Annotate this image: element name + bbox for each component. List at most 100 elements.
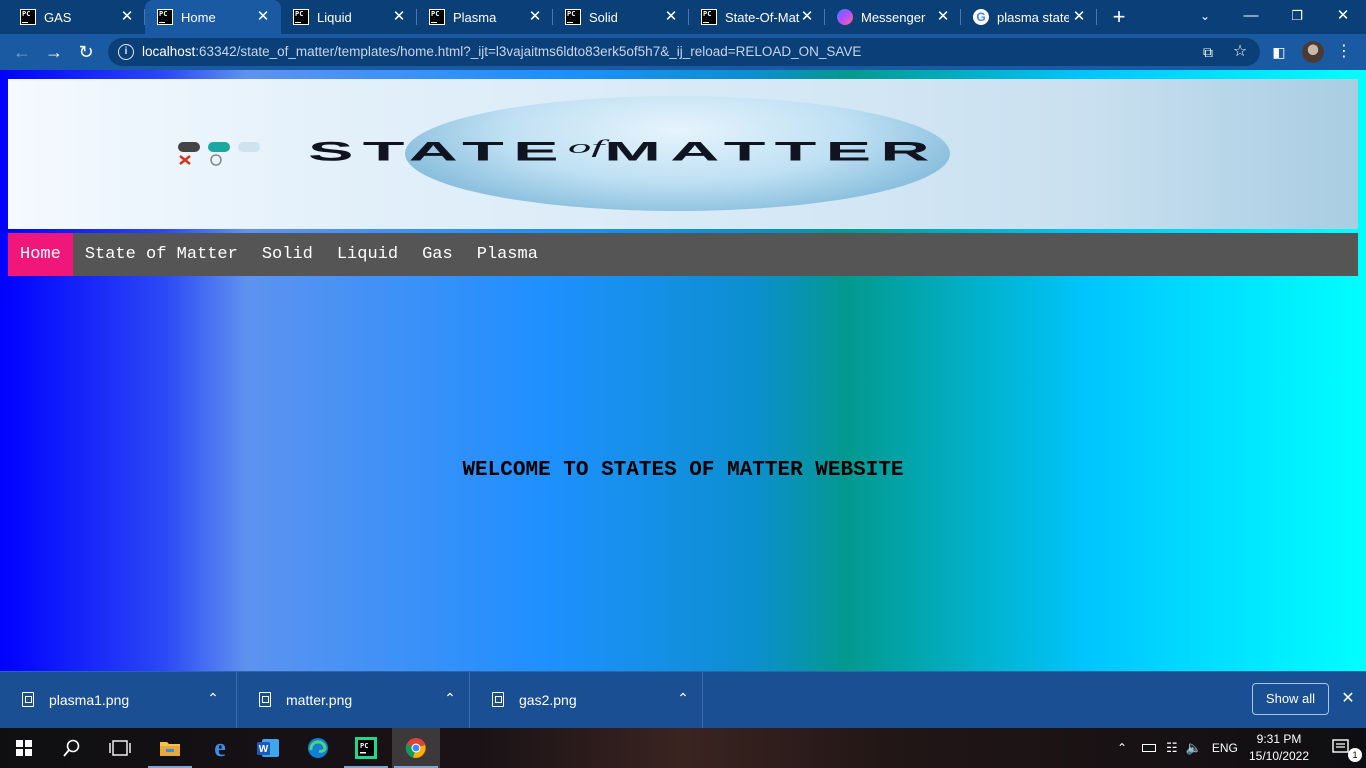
close-icon[interactable]: ✕ <box>255 9 271 25</box>
tab-state-of-matter[interactable]: PC State-Of-Mat ✕ <box>689 0 825 34</box>
messenger-icon <box>837 9 853 25</box>
nav-liquid[interactable]: Liquid <box>325 233 410 276</box>
pycharm-icon: PC <box>293 9 309 25</box>
taskbar-clock[interactable]: 9:31 PM 15/10/2022 <box>1244 731 1314 765</box>
notification-count-badge: 1 <box>1348 748 1362 762</box>
download-item[interactable]: gas2.png ⌃ <box>470 672 703 729</box>
search-icon[interactable] <box>48 728 96 768</box>
reload-button[interactable]: ↻ <box>74 40 98 64</box>
tab-title: State-Of-Mat <box>725 9 800 25</box>
edge-icon[interactable] <box>294 728 342 768</box>
tab-messenger[interactable]: Messenger ✕ <box>825 0 961 34</box>
task-view-icon[interactable] <box>96 728 144 768</box>
site-banner: STATEofMATTER <box>8 79 1358 229</box>
downloads-bar: plasma1.png ⌃ matter.png ⌃ gas2.png ⌃ Sh… <box>0 671 1366 729</box>
tab-liquid[interactable]: PC Liquid ✕ <box>281 0 417 34</box>
tab-title: Liquid <box>317 9 352 25</box>
close-icon[interactable]: ✕ <box>119 9 135 25</box>
pycharm-icon: PC <box>565 9 581 25</box>
pycharm-icon: PC <box>429 9 445 25</box>
windows-start-icon[interactable] <box>0 728 48 768</box>
word-icon[interactable]: W <box>244 728 292 768</box>
side-panel-icon[interactable]: ◧ <box>1269 42 1289 62</box>
image-file-icon <box>22 692 34 707</box>
close-icon[interactable]: ✕ <box>1338 689 1358 709</box>
tab-solid[interactable]: PC Solid ✕ <box>553 0 689 34</box>
chevron-up-icon[interactable]: ⌃ <box>442 690 458 706</box>
page-body: STATEofMATTER Home State of Matter Solid… <box>0 70 1366 671</box>
file-explorer-icon[interactable] <box>146 728 194 768</box>
close-icon[interactable]: ✕ <box>527 9 543 25</box>
share-icon[interactable]: ⧉ <box>1198 42 1218 62</box>
tab-search-chevron-icon[interactable]: ⌄ <box>1182 4 1228 28</box>
download-filename: plasma1.png <box>49 692 130 708</box>
download-item[interactable]: plasma1.png ⌃ <box>0 672 237 729</box>
pycharm-icon: PC <box>157 9 173 25</box>
chrome-icon[interactable] <box>392 728 440 768</box>
site-navbar: Home State of Matter Solid Liquid Gas Pl… <box>8 233 1358 276</box>
tab-title: Solid <box>589 9 618 25</box>
tab-plasma-state-search[interactable]: G plasma state ✕ <box>961 0 1097 34</box>
nav-plasma[interactable]: Plasma <box>465 233 550 276</box>
image-file-icon <box>492 692 504 707</box>
download-item[interactable]: matter.png ⌃ <box>237 672 470 729</box>
molecule-dots-icon <box>178 142 260 166</box>
close-icon[interactable]: ✕ <box>663 9 679 25</box>
tab-plasma[interactable]: PC Plasma ✕ <box>417 0 553 34</box>
address-bar[interactable]: i localhost:63342/state_of_matter/templa… <box>108 38 1260 66</box>
minimize-button[interactable]: — <box>1228 4 1274 28</box>
close-icon[interactable]: ✕ <box>391 9 407 25</box>
google-icon: G <box>973 9 989 25</box>
svg-text:PC: PC <box>360 742 368 750</box>
language-indicator[interactable]: ENG <box>1212 741 1238 755</box>
close-window-button[interactable]: ✕ <box>1320 4 1366 28</box>
close-icon[interactable]: ✕ <box>799 9 815 25</box>
svg-text:W: W <box>259 744 269 755</box>
windows-taskbar: e W PC ⌃ ☷ 🔈 ENG 9:31 PM 15/10/2022 1 <box>0 728 1366 768</box>
clock-date: 15/10/2022 <box>1248 749 1310 763</box>
menu-kebab-icon[interactable]: ⋮ <box>1334 42 1354 62</box>
pycharm-icon: PC <box>701 9 717 25</box>
back-button[interactable]: ← <box>10 40 34 64</box>
tab-title: plasma state <box>997 9 1069 25</box>
nav-gas[interactable]: Gas <box>410 233 465 276</box>
volume-icon[interactable]: 🔈 <box>1186 740 1202 756</box>
download-filename: gas2.png <box>519 692 577 708</box>
forward-button[interactable]: → <box>42 40 66 64</box>
download-filename: matter.png <box>286 692 353 708</box>
wifi-icon[interactable]: ☷ <box>1166 740 1178 756</box>
pycharm-icon: PC <box>20 9 36 25</box>
url-path: :63342/state_of_matter/templates/home.ht… <box>195 44 862 59</box>
tab-separator <box>1096 9 1097 25</box>
nav-solid[interactable]: Solid <box>250 233 325 276</box>
tab-gas[interactable]: PC GAS ✕ <box>0 0 145 34</box>
tab-title: GAS <box>44 9 72 25</box>
tab-home[interactable]: PC Home ✕ <box>145 0 281 34</box>
browser-tab-strip: PC GAS ✕ PC Home ✕ PC Liquid ✕ PC Plasma… <box>0 0 1366 34</box>
battery-icon[interactable] <box>1142 744 1156 752</box>
chevron-up-icon[interactable]: ⌃ <box>675 690 691 706</box>
avatar[interactable] <box>1302 41 1324 63</box>
close-icon[interactable]: ✕ <box>935 9 951 25</box>
new-tab-button[interactable]: + <box>1108 6 1130 28</box>
banner-logo-text: STATEofMATTER <box>308 136 939 167</box>
chevron-up-icon[interactable]: ⌃ <box>1114 741 1130 755</box>
system-tray: ⌃ ☷ 🔈 ENG <box>1114 728 1238 768</box>
site-info-icon[interactable]: i <box>118 44 134 60</box>
url-text: localhost:63342/state_of_matter/template… <box>142 44 861 59</box>
welcome-heading: WELCOME TO STATES OF MATTER WEBSITE <box>462 459 904 482</box>
nav-state-of-matter[interactable]: State of Matter <box>73 233 250 276</box>
close-icon[interactable]: ✕ <box>1071 9 1087 25</box>
pycharm-icon[interactable]: PC <box>342 728 390 768</box>
show-all-button[interactable]: Show all <box>1252 683 1329 715</box>
chevron-up-icon[interactable]: ⌃ <box>205 690 221 706</box>
browser-toolbar: ← → ↻ i localhost:63342/state_of_matter/… <box>0 34 1366 70</box>
nav-home[interactable]: Home <box>8 233 73 276</box>
tab-title: Plasma <box>453 9 497 25</box>
clock-time: 9:31 PM <box>1256 732 1302 746</box>
restore-button[interactable]: ❐ <box>1274 4 1320 28</box>
notification-center-icon[interactable]: 1 <box>1318 728 1366 768</box>
bookmark-star-icon[interactable]: ☆ <box>1230 42 1250 62</box>
edge-legacy-icon[interactable]: e <box>196 728 244 768</box>
tab-title: Messenger <box>861 9 926 25</box>
